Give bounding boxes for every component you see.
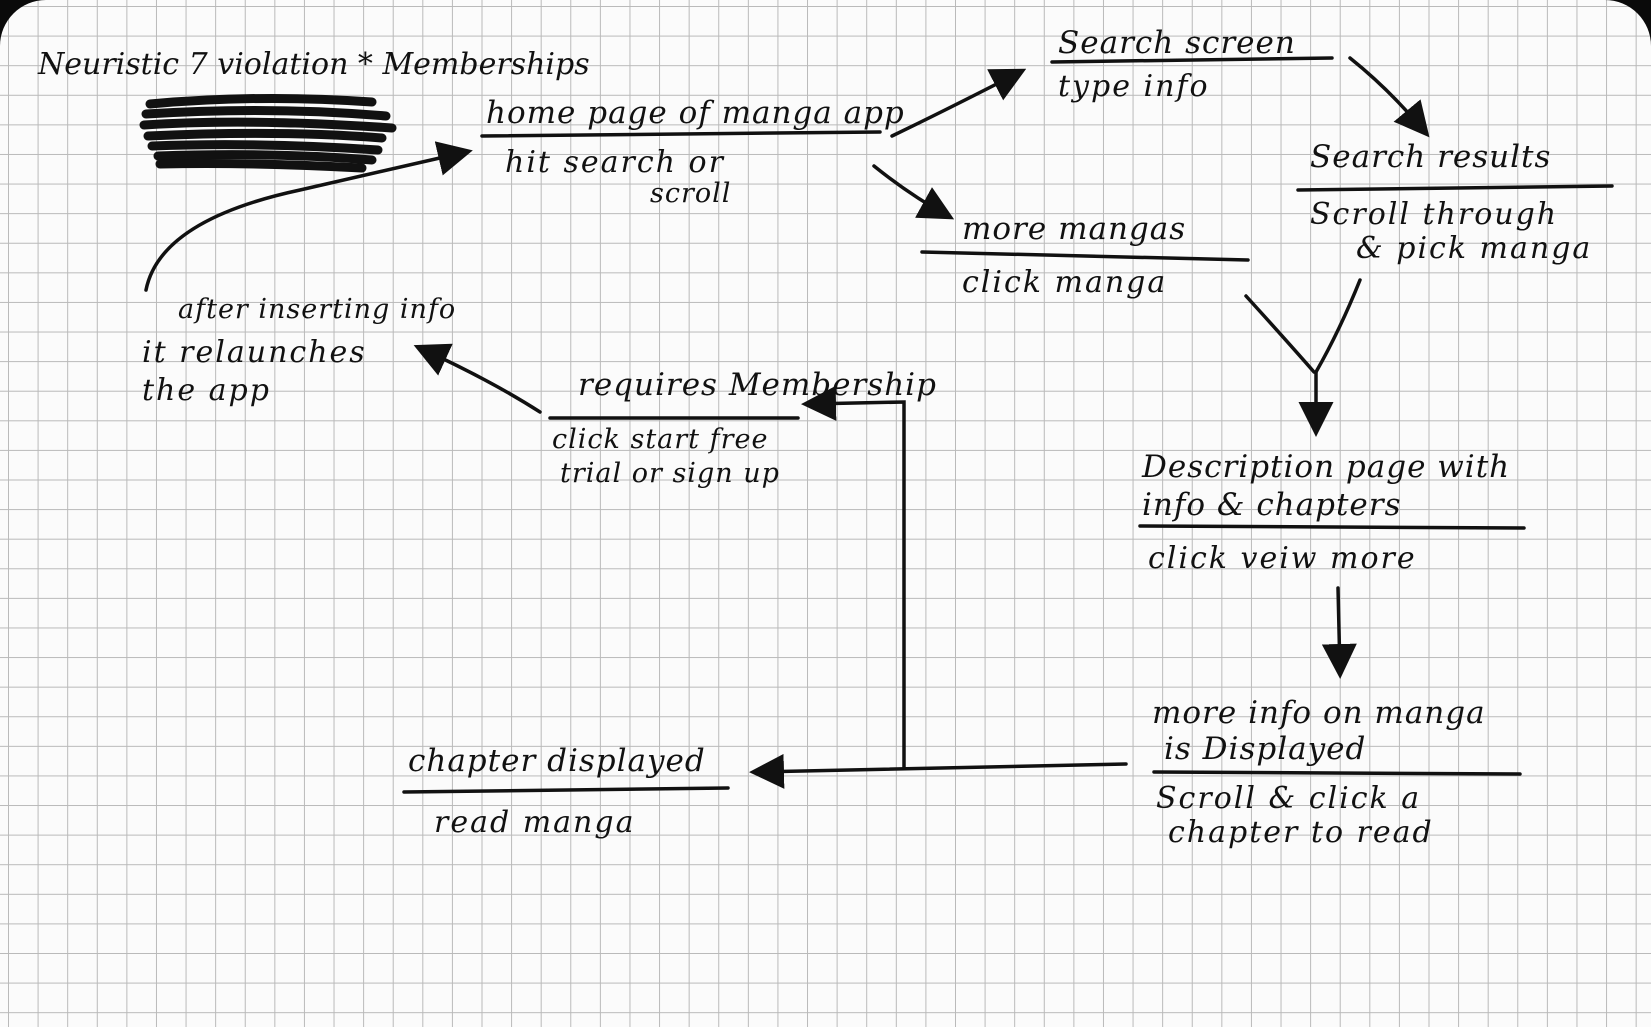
search-screen-underline xyxy=(1050,56,1334,64)
notebook-page: Neuristic 7 violation * Memberships home… xyxy=(0,0,1651,1027)
search-results-underline xyxy=(1296,184,1614,192)
arrow-more-info-to-chapter xyxy=(749,753,1128,789)
arrow-membership-to-relaunch xyxy=(413,343,542,414)
arrow-home-to-search xyxy=(890,68,1027,138)
chapter-displayed-underline xyxy=(402,786,730,794)
arrow-more-mangas-merge xyxy=(1244,294,1316,374)
more-info-underline xyxy=(1152,770,1522,776)
arrow-branch-to-membership xyxy=(801,385,906,770)
flow-links xyxy=(144,56,1614,794)
arrow-home-to-more-mangas xyxy=(872,164,955,220)
more-mangas-underline xyxy=(920,250,1250,262)
arrow-description-to-more-info xyxy=(1321,586,1357,679)
description-page-underline xyxy=(1138,524,1526,530)
arrow-results-merge xyxy=(1314,278,1362,374)
home-page-underline xyxy=(480,130,882,138)
arrow-relaunch-to-home xyxy=(144,141,473,292)
arrow-search-to-results xyxy=(1348,56,1430,138)
